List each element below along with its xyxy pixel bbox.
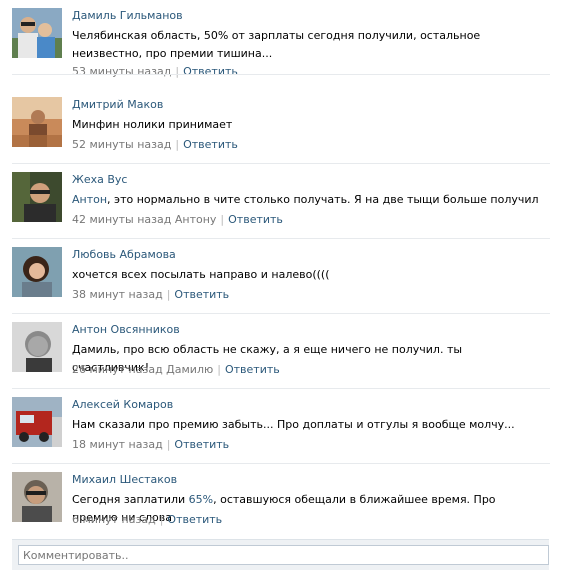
avatar[interactable] [12,247,62,297]
comment-time[interactable]: 53 минуты назад [72,65,171,78]
comment-time[interactable]: 38 минут назад [72,288,163,301]
comment-author[interactable]: Антон Овсянников [72,323,180,336]
comment-text: Антон, это нормально в чите столько полу… [72,191,542,209]
comment-author[interactable]: Жеха Вус [72,173,127,186]
comment-author[interactable]: Михаил Шестаков [72,473,177,486]
comment-item: Михаил Шестаков Сегодня заплатили 65%, о… [12,464,550,539]
mention-link[interactable]: Антон [72,193,107,206]
comment-item: Любовь Абрамова хочется всех посылать на… [12,239,550,314]
comment-text: Челябинская область, 50% от зарплаты сег… [72,29,481,60]
comment-text-highlight: 65% [188,493,214,506]
avatar[interactable] [12,472,62,522]
comment-text: Нам сказали про премию забыть... Про доп… [72,418,515,431]
comment-text-part: Сегодня заплатили [72,493,189,506]
comment-input[interactable] [18,545,549,565]
comment-meta: 42 минуты назад Антону | Ответить [72,213,283,226]
avatar[interactable] [12,322,62,372]
comment-box [12,539,549,570]
comment-time[interactable]: 26 минут назад Дамилю [72,363,213,376]
comment-item: Алексей Комаров Нам сказали про премию з… [12,389,550,464]
comment-time[interactable]: 42 минуты назад Антону [72,213,216,226]
meta-separator: | [175,138,180,151]
reply-link[interactable]: Ответить [167,513,222,526]
meta-separator: | [166,438,171,451]
comment-text-body: , это нормально в чите столько получать.… [107,193,539,206]
avatar[interactable] [12,172,62,222]
comment-item: Дмитрий Маков Минфин нолики принимает 52… [12,89,550,164]
comment-item: Жеха Вус Антон, это нормально в чите сто… [12,164,550,239]
meta-separator: | [217,363,221,376]
comment-meta: 38 минут назад | Ответить [72,288,229,301]
comment-author[interactable]: Алексей Комаров [72,398,173,411]
comment-time[interactable]: 52 минуты назад [72,138,171,151]
comment-author[interactable]: Любовь Абрамова [72,248,176,261]
comment-meta: 53 минуты назад | Ответить [72,65,238,78]
comment-meta: 18 минут назад | Ответить [72,438,229,451]
avatar[interactable] [12,97,62,147]
comment-item: Дамиль Гильманов Челябинская область, 50… [12,0,550,78]
comment-meta: 52 минуты назад | Ответить [72,138,238,151]
comment-author[interactable]: Дамиль Гильманов [72,9,183,22]
meta-separator: | [159,513,164,526]
comment-time[interactable]: 18 минут назад [72,438,163,451]
reply-link[interactable]: Ответить [183,138,238,151]
avatar[interactable] [12,8,62,58]
comment-time[interactable]: 6 минут назад [72,513,156,526]
comment-meta: 6 минут назад | Ответить [72,513,222,526]
meta-separator: | [175,65,180,78]
comment-author[interactable]: Дмитрий Маков [72,98,163,111]
avatar[interactable] [12,397,62,447]
comment-divider [12,74,550,75]
reply-link[interactable]: Ответить [174,438,229,451]
reply-link[interactable]: Ответить [174,288,229,301]
comment-text: Минфин нолики принимает [72,118,233,131]
comment-text: хочется всех посылать направо и налево((… [72,268,330,281]
meta-separator: | [166,288,171,301]
reply-link[interactable]: Ответить [225,363,280,376]
comment-item: Антон Овсянников Дамиль, про всю область… [12,314,550,389]
comment-meta: 26 минут назад Дамилю | Ответить [72,363,280,376]
reply-link[interactable]: Ответить [183,65,238,78]
reply-link[interactable]: Ответить [228,213,283,226]
meta-separator: | [220,213,225,226]
